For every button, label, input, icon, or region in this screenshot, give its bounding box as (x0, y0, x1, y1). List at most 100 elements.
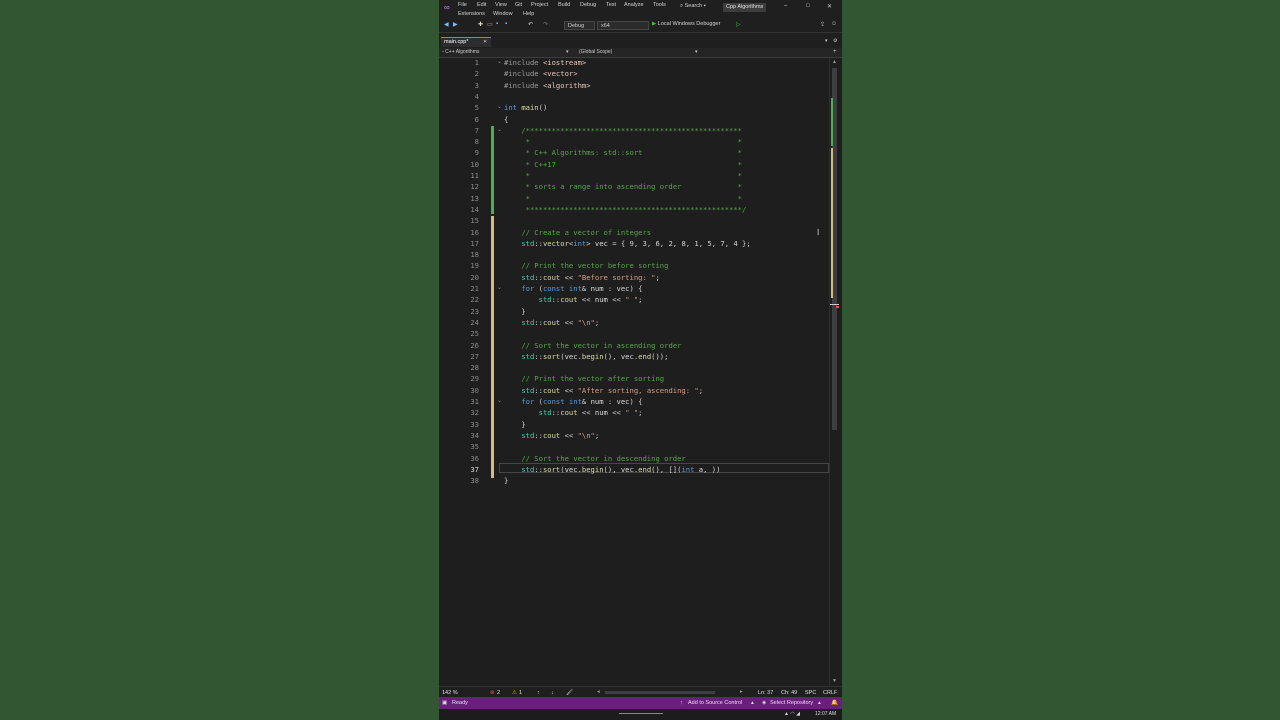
menu-git[interactable]: Git (515, 2, 522, 8)
code-editor[interactable]: 1 ⌄ 2 3 4 5 ⌄ 6 7 ⌄ 8 9 10 11 12 13 14 15 16 17 18 19 20 21 ⌄ 22 2… (439, 58, 842, 686)
platform-dropdown[interactable]: x64 (597, 21, 649, 30)
scope-dropdown[interactable]: (Global Scope) ▾ (579, 48, 699, 57)
warning-icon[interactable]: ⚠ (512, 690, 517, 696)
tab-overflow-icon[interactable]: ▾ (825, 38, 828, 44)
whitespace-indicator[interactable]: SPC (805, 690, 816, 696)
line-indicator[interactable]: Ln: 37 (758, 690, 773, 696)
brush-icon[interactable]: 🖌 (566, 690, 573, 696)
warning-count[interactable]: 1 (519, 690, 522, 696)
tab-main-cpp[interactable]: main.cpp* ✕ (441, 37, 491, 47)
code-line[interactable]: for (const int& num : vec) { (504, 397, 642, 406)
close-window-button[interactable]: ✕ (827, 3, 832, 10)
save-all-icon[interactable]: ▪ (505, 21, 507, 27)
code-line[interactable]: * sorts a range into ascending order * (504, 182, 742, 191)
minimize-button[interactable]: – (784, 3, 787, 9)
zoom-level[interactable]: 142 % (442, 690, 458, 696)
scroll-right-icon[interactable]: ▸ (740, 689, 743, 695)
code-line[interactable]: std::cout << num << " "; (504, 295, 643, 304)
start-without-debugging-icon[interactable]: ▷ (736, 21, 741, 28)
code-line[interactable]: } (504, 307, 525, 316)
code-line[interactable]: std::sort(vec.begin(), vec.end(), [](int… (504, 465, 720, 474)
tab-close-icon[interactable]: ✕ (483, 39, 487, 45)
code-line[interactable]: // Create a vector of integers (504, 228, 651, 237)
line-ending-indicator[interactable]: CRLF (823, 690, 837, 696)
maximize-button[interactable]: □ (806, 3, 810, 9)
code-line[interactable]: * * (504, 171, 742, 180)
code-line[interactable]: std::sort(vec.begin(), vec.end()); (504, 352, 668, 361)
fold-toggle-icon[interactable]: ⌄ (497, 284, 502, 291)
menu-edit[interactable]: Edit (477, 2, 486, 8)
system-tray-icons[interactable]: ▲ ◠ ◢ (784, 711, 800, 717)
code-line[interactable]: * C++17 * (504, 160, 742, 169)
feedback-icon[interactable]: ☺ (831, 21, 837, 27)
menu-extensions[interactable]: Extensions (458, 11, 485, 17)
code-line[interactable]: std::vector<int> vec = { 9, 3, 6, 2, 8, … (504, 239, 750, 248)
code-line[interactable]: * * (504, 137, 742, 146)
code-line[interactable]: std::cout << "\n"; (504, 318, 599, 327)
code-line[interactable]: } (504, 476, 508, 485)
back-icon[interactable]: ◀ (444, 21, 449, 28)
open-icon[interactable]: ▭ (487, 21, 493, 28)
redo-icon[interactable]: ↷ (543, 21, 548, 28)
arrow-down-icon[interactable]: ↓ (551, 690, 554, 696)
error-count[interactable]: 2 (497, 690, 500, 696)
code-line[interactable]: ****************************************… (504, 205, 747, 214)
code-line[interactable]: // Sort the vector in ascending order (504, 341, 681, 350)
notifications-icon[interactable]: 🔔 (831, 700, 838, 706)
code-line[interactable]: #include <algorithm> (504, 81, 591, 90)
arrow-up-icon[interactable]: ↑ (537, 690, 540, 696)
fold-toggle-icon[interactable]: ⌄ (497, 126, 502, 133)
code-line[interactable]: /***************************************… (504, 126, 742, 135)
menu-file[interactable]: File (458, 2, 467, 8)
code-line[interactable]: std::cout << "After sorting, ascending: … (504, 386, 703, 395)
search-box[interactable]: ⌕ Search ▾ (680, 3, 706, 10)
scroll-left-icon[interactable]: ◂ (597, 689, 600, 695)
menu-project[interactable]: Project (531, 2, 548, 8)
scroll-up-icon[interactable]: ▲ (832, 59, 837, 65)
save-icon[interactable]: ▪ (496, 21, 498, 27)
code-line[interactable]: // Print the vector after sorting (504, 374, 664, 383)
undo-icon[interactable]: ↶ (528, 21, 533, 28)
menu-help[interactable]: Help (523, 11, 534, 17)
code-line[interactable]: { (504, 115, 508, 124)
vertical-scrollbar[interactable]: ▲ ▼ (829, 58, 840, 686)
select-repository-button[interactable]: Select Repository (770, 700, 813, 706)
code-line[interactable]: for (const int& num : vec) { (504, 284, 642, 293)
fold-toggle-icon[interactable]: ⌄ (497, 103, 502, 110)
add-icon[interactable]: + (833, 48, 837, 57)
code-line[interactable]: // Sort the vector in descending order (504, 454, 685, 463)
code-line[interactable]: * C++ Algorithms: std::sort * (504, 148, 742, 157)
menu-analyze[interactable]: Analyze (624, 2, 644, 8)
code-line[interactable]: int main() (504, 103, 547, 112)
code-line[interactable]: #include <iostream> (504, 58, 586, 67)
menu-test[interactable]: Test (606, 2, 616, 8)
horizontal-scrollbar[interactable]: ◂ ▸ (597, 689, 747, 695)
project-dropdown[interactable]: ▫ C++ Algorithms ▾ (442, 48, 572, 57)
chevron-up-icon[interactable]: ▴ (751, 700, 754, 706)
menu-window[interactable]: Window (493, 11, 513, 17)
menu-debug[interactable]: Debug (580, 2, 596, 8)
error-icon[interactable]: ⊗ (490, 690, 495, 696)
forward-icon[interactable]: ▶ (453, 21, 458, 28)
menu-build[interactable]: Build (558, 2, 570, 8)
code-line[interactable]: std::cout << num << " "; (504, 408, 643, 417)
column-indicator[interactable]: Ch: 49 (781, 690, 797, 696)
new-item-icon[interactable]: ✚ (478, 21, 483, 28)
code-line[interactable]: * * (504, 194, 742, 203)
fold-toggle-icon[interactable]: ⌄ (497, 397, 502, 404)
start-debugging-button[interactable]: ▶ Local Windows Debugger (652, 21, 720, 27)
code-line[interactable]: // Print the vector before sorting (504, 261, 668, 270)
chevron-up-icon[interactable]: ▴ (818, 700, 821, 706)
scroll-down-icon[interactable]: ▼ (832, 678, 837, 684)
code-line[interactable]: std::cout << "\n"; (504, 431, 599, 440)
configuration-dropdown[interactable]: Debug (564, 21, 595, 30)
clock[interactable]: 12:07 AM (815, 711, 836, 717)
code-line[interactable]: #include <vector> (504, 69, 578, 78)
add-to-source-control-button[interactable]: Add to Source Control (688, 700, 742, 706)
code-line[interactable]: } (504, 420, 525, 429)
settings-icon[interactable]: ⚙ (833, 38, 837, 44)
live-share-icon[interactable]: ⇪ (820, 21, 825, 28)
menu-view[interactable]: View (495, 2, 507, 8)
fold-toggle-icon[interactable]: ⌄ (497, 58, 502, 65)
menu-tools[interactable]: Tools (653, 2, 666, 8)
